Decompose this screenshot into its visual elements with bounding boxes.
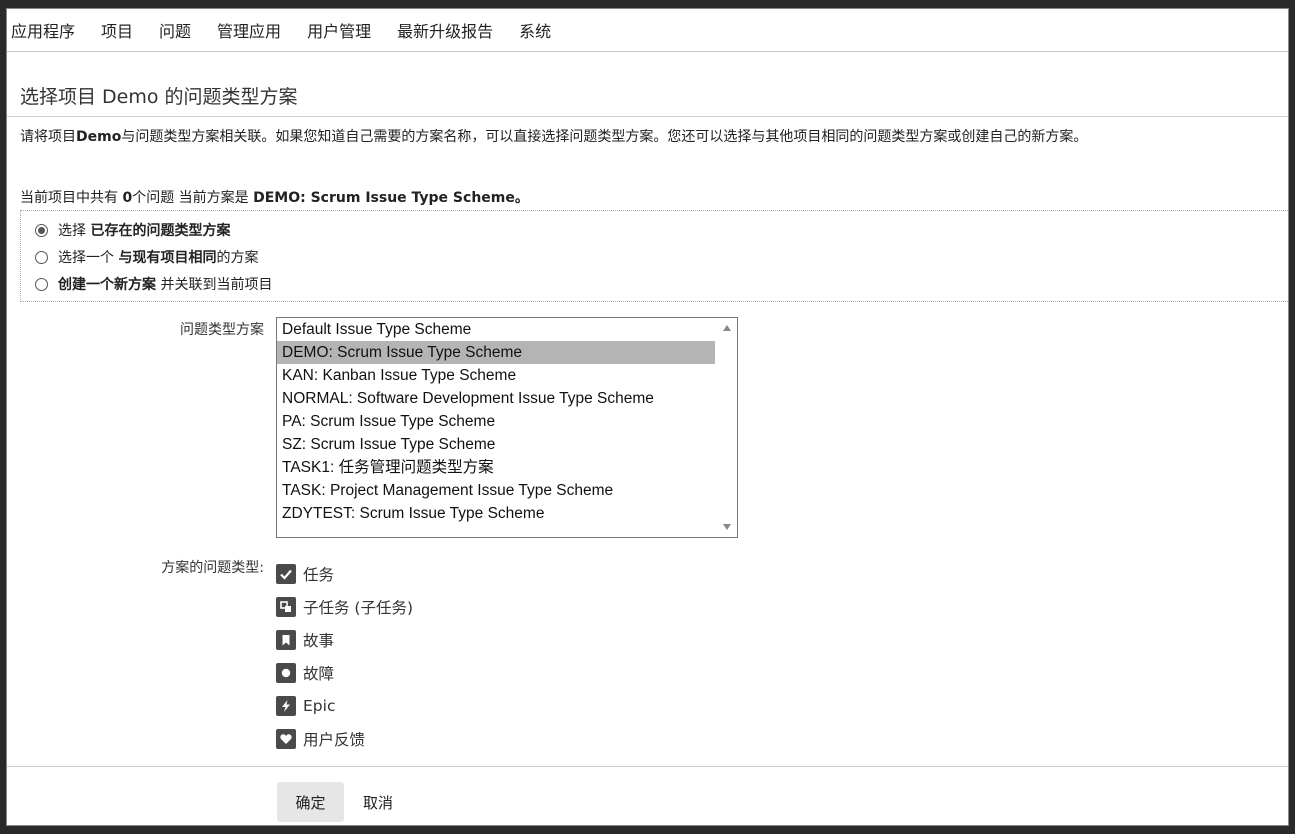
scheme-option-selected[interactable]: DEMO: Scrum Issue Type Scheme [277,341,715,364]
issue-type-item: 任务 [276,557,413,590]
desc-project-name: Demo [76,129,122,145]
status-prefix: 当前项目中共有 [20,190,123,206]
menu-item-applications[interactable]: 应用程序 [11,18,75,42]
epic-lightning-icon [276,695,296,716]
scheme-option-group: 选择 已存在的问题类型方案 选择一个 与现有项目相同的方案 创建一个新方案 并关… [20,210,1288,302]
radio-label: 选择 已存在的问题类型方案 [58,220,230,240]
page-title: 选择项目 Demo 的问题类型方案 [20,86,298,108]
issue-type-name: 故障 [303,664,335,683]
radio-label-bold: 创建一个新方案 [58,277,156,293]
scroll-up-icon[interactable] [723,325,731,331]
scheme-option[interactable]: TASK1: 任务管理问题类型方案 [277,456,715,479]
radio-label-post: 的方案 [216,250,259,266]
radio-label: 选择一个 与现有项目相同的方案 [58,247,258,267]
issue-type-item: 故障 [276,656,413,689]
scheme-option[interactable]: Default Issue Type Scheme [277,318,715,341]
scheme-option[interactable]: KAN: Kanban Issue Type Scheme [277,364,715,387]
scheme-select-label: 问题类型方案 [180,322,264,338]
status-issue-count: 0 [122,190,133,206]
status-end: 。 [514,190,529,206]
app-frame: 应用程序 项目 问题 管理应用 用户管理 最新升级报告 系统 选择项目 Demo… [6,8,1289,826]
issue-types-label: 方案的问题类型: [161,560,264,576]
issue-type-item: 子任务 (子任务) [276,590,413,623]
radio-button[interactable] [35,277,48,291]
scheme-listbox[interactable]: Default Issue Type Scheme DEMO: Scrum Is… [276,317,738,538]
radio-create-new-scheme[interactable]: 创建一个新方案 并关联到当前项目 [35,274,272,294]
scheme-options: Default Issue Type Scheme DEMO: Scrum Is… [277,318,715,525]
radio-label: 创建一个新方案 并关联到当前项目 [58,274,272,294]
issue-type-name: 故事 [303,631,335,650]
radio-label-bold: 已存在的问题类型方案 [90,223,231,239]
scheme-option[interactable]: NORMAL: Software Development Issue Type … [277,387,715,410]
desc-rest: 与问题类型方案相关联。如果您知道自己需要的方案名称，可以直接选择问题类型方案。您… [121,129,1088,145]
issue-type-name: Epic [303,696,336,715]
menu-item-user-management[interactable]: 用户管理 [307,18,371,42]
scheme-option[interactable]: ZDYTEST: Scrum Issue Type Scheme [277,502,715,525]
listbox-scrollbar[interactable] [717,318,737,537]
radio-button[interactable] [35,250,48,264]
radio-label-pre: 选择一个 [58,250,119,266]
top-menu-bar: 应用程序 项目 问题 管理应用 用户管理 最新升级报告 系统 [7,9,1288,52]
radio-label-post: 并关联到当前项目 [156,277,273,293]
footer-divider [7,766,1288,767]
issue-type-name: 任务 [303,565,335,584]
confirm-button[interactable]: 确定 [277,782,344,822]
issue-type-name: 用户反馈 [303,730,366,749]
menu-item-projects[interactable]: 项目 [101,18,133,42]
current-status: 当前项目中共有 0个问题 当前方案是 DEMO: Scrum Issue Typ… [20,187,529,207]
radio-button-checked[interactable] [35,223,48,237]
scheme-option[interactable]: PA: Scrum Issue Type Scheme [277,410,715,433]
desc-prefix: 请将项目 [20,129,76,145]
menu-item-system[interactable]: 系统 [519,18,551,42]
menu-item-manage-apps[interactable]: 管理应用 [217,18,281,42]
radio-label-bold: 与现有项目相同 [118,250,217,266]
radio-label-pre: 选择 [58,223,91,239]
issue-type-name: 子任务 (子任务) [303,598,414,617]
window-top-strip [0,0,1295,8]
subtask-icon [276,596,296,617]
issue-type-item: 故事 [276,623,413,656]
issue-type-list: 任务 子任务 (子任务) 故事 故障 Epic 用户反馈 [276,557,413,755]
radio-existing-scheme[interactable]: 选择 已存在的问题类型方案 [35,220,230,240]
story-bookmark-icon [276,629,296,650]
issue-type-item: Epic [276,689,413,722]
scheme-option[interactable]: SZ: Scrum Issue Type Scheme [277,433,715,456]
bug-icon [276,662,296,683]
cancel-link[interactable]: 取消 [363,782,393,822]
task-check-icon [276,563,296,584]
radio-same-as-project[interactable]: 选择一个 与现有项目相同的方案 [35,247,258,267]
menu-item-upgrade-report[interactable]: 最新升级报告 [397,18,493,42]
page-description: 请将项目Demo与问题类型方案相关联。如果您知道自己需要的方案名称，可以直接选择… [20,125,1282,149]
scroll-down-icon[interactable] [723,524,731,530]
feedback-heart-icon [276,728,296,749]
scheme-option[interactable]: TASK: Project Management Issue Type Sche… [277,479,715,502]
menu-item-issues[interactable]: 问题 [159,18,191,42]
issue-type-item: 用户反馈 [276,722,413,755]
status-mid: 个问题 当前方案是 [132,190,254,206]
title-divider [7,116,1288,117]
status-current-scheme: DEMO: Scrum Issue Type Scheme [253,190,515,206]
